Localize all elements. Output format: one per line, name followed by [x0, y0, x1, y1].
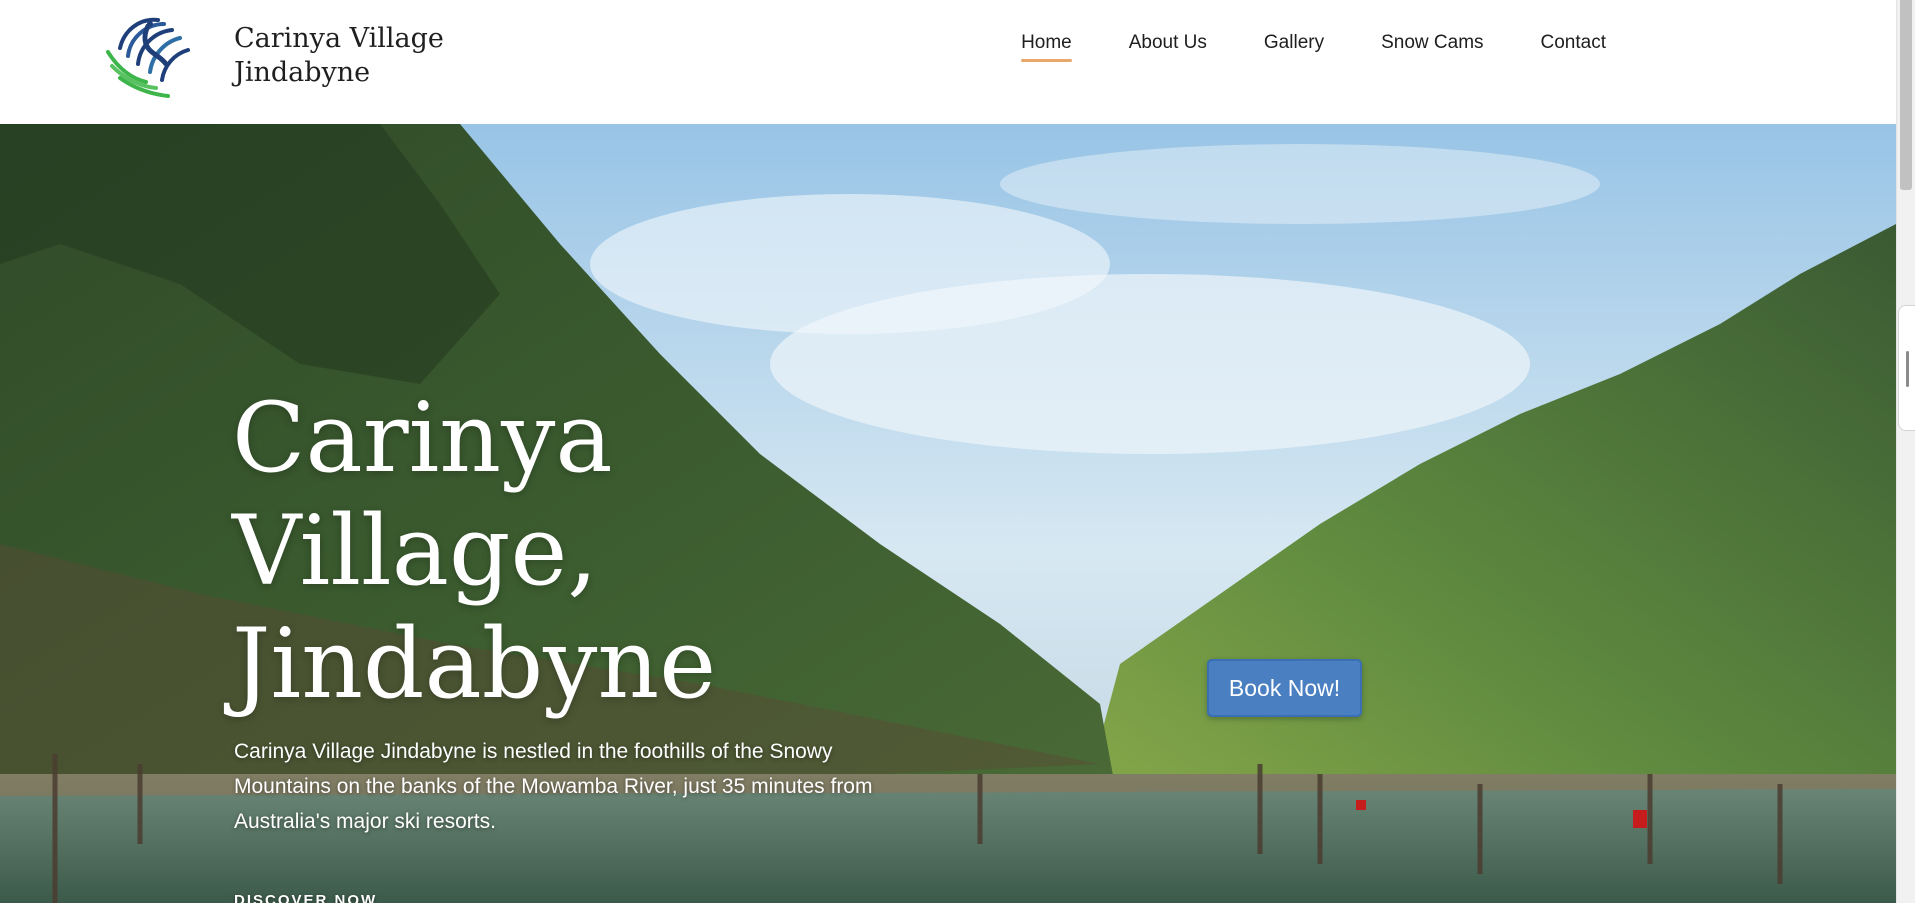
discover-now-link[interactable]: DISCOVER NOW	[234, 892, 377, 903]
scrollbar-thumb[interactable]	[1900, 0, 1912, 190]
hero-title-line3: Jindabyne	[232, 608, 717, 720]
peacock-logo-icon	[106, 17, 190, 98]
nav-item-snow-cams[interactable]: Snow Cams	[1381, 30, 1483, 62]
site-header: Carinya Village Jindabyne Home About Us …	[0, 0, 1896, 124]
hero-description: Carinya Village Jindabyne is nestled in …	[234, 740, 873, 833]
nav-item-about-us[interactable]: About Us	[1129, 30, 1207, 62]
site-name: Carinya Village Jindabyne	[234, 22, 454, 90]
hero-title-line2: Village,	[232, 495, 598, 607]
main-nav: Home About Us Gallery Snow Cams Contact	[1021, 30, 1606, 62]
hero-title: Carinya Village, Jindabyne	[232, 382, 872, 721]
nav-item-contact[interactable]: Contact	[1541, 30, 1606, 62]
book-now-button[interactable]: Book Now!	[1207, 659, 1362, 717]
nav-item-home[interactable]: Home	[1021, 30, 1072, 62]
hero-section: Carinya Village, Jindabyne Carinya Villa…	[0, 124, 1896, 903]
site-name-line1: Carinya Village	[234, 23, 444, 54]
hero-title-line1: Carinya	[232, 382, 613, 494]
page-scrollbar[interactable]	[1896, 0, 1915, 903]
side-panel-handle[interactable]	[1898, 305, 1915, 431]
nav-item-gallery[interactable]: Gallery	[1264, 30, 1324, 62]
site-name-line2: Jindabyne	[234, 57, 371, 88]
site-logo-link[interactable]: Carinya Village Jindabyne	[100, 12, 444, 102]
